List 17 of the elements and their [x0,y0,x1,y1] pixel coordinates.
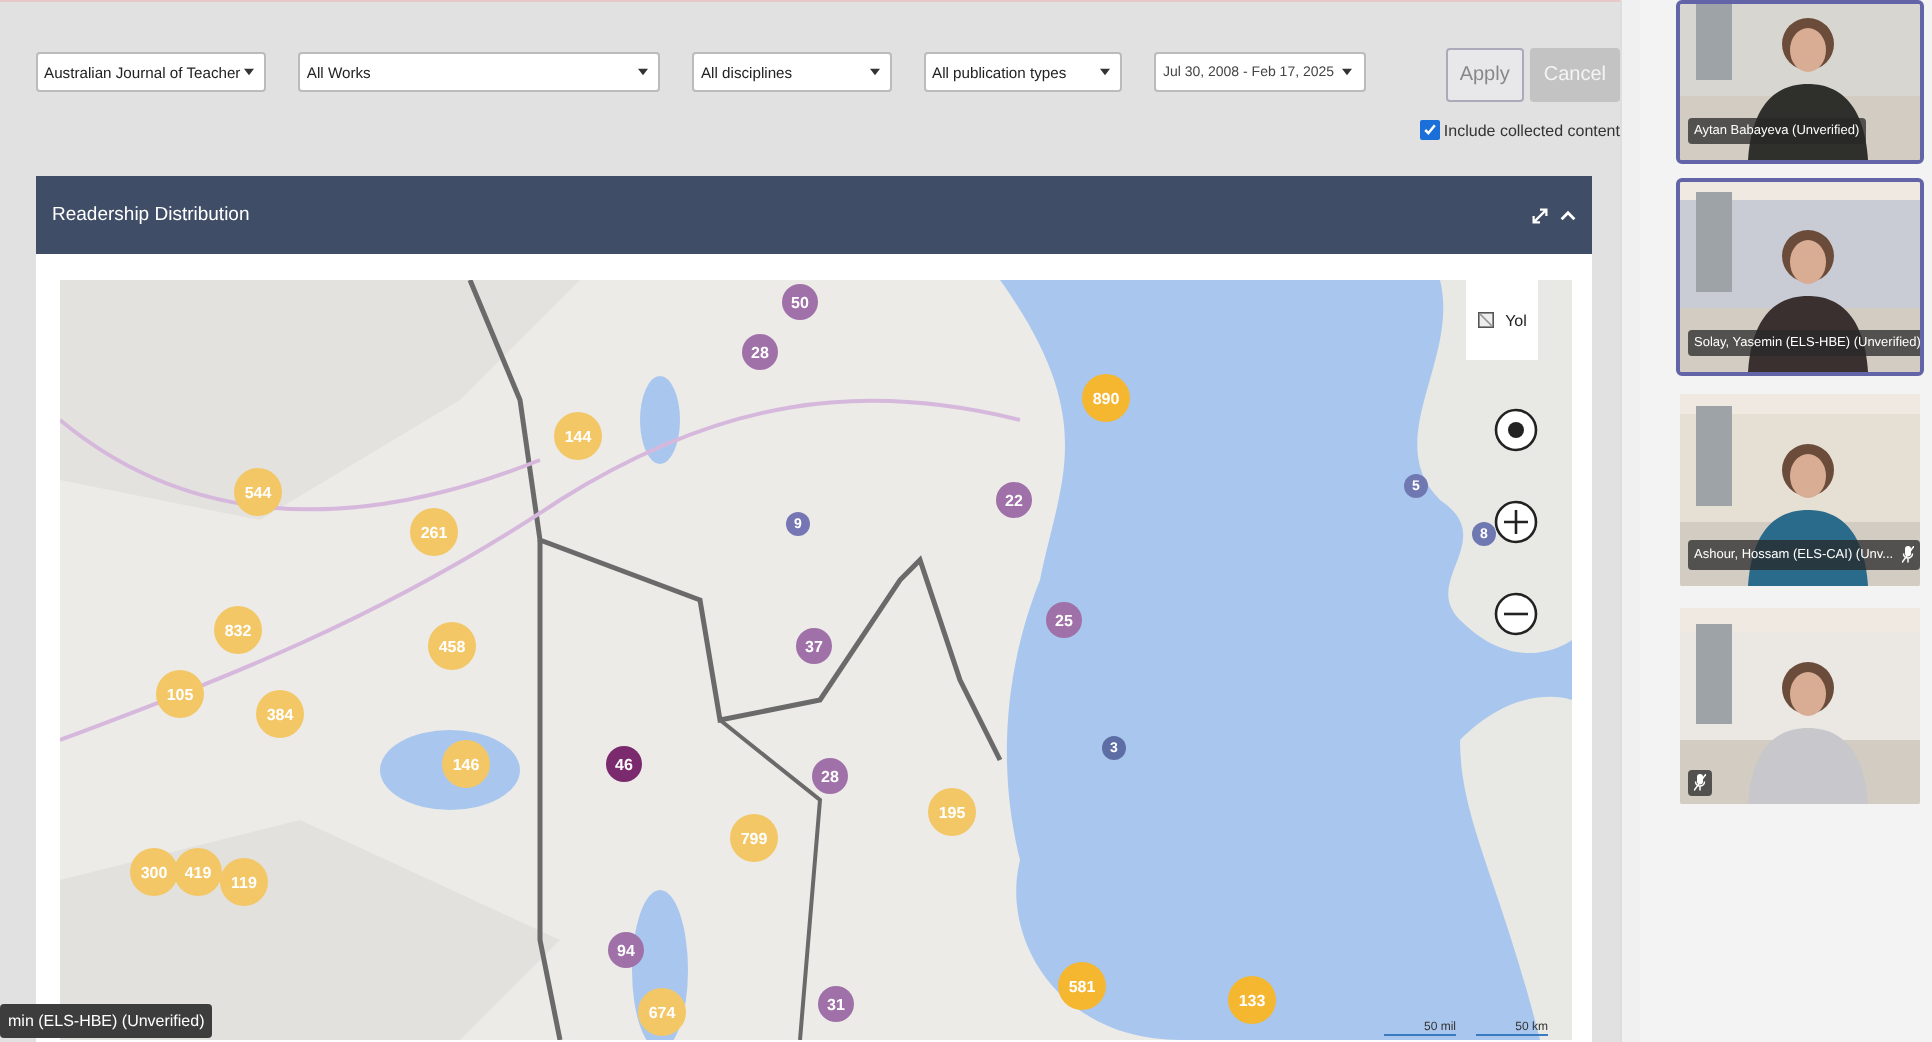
collapse-icon[interactable] [1560,207,1576,223]
name-tag: min (ELS-HBE) (Unverified) [0,1004,213,1038]
road-map-icon [1477,312,1494,328]
zoom-out-icon[interactable] [1494,592,1538,636]
checkbox-label: Include collected content [1443,121,1620,139]
map-style-button[interactable]: Yol [1466,280,1538,360]
caret-icon [638,68,649,76]
caret-icon [1099,68,1110,76]
locate-icon[interactable] [1494,408,1538,452]
caret-icon [870,68,880,76]
checkbox[interactable] [1419,120,1440,140]
caret-icon [244,68,255,76]
expand-icon[interactable] [1532,207,1548,223]
caret-icon [1342,68,1353,76]
apply-button[interactable]: Apply [1445,48,1524,102]
zoom-in-icon[interactable] [1494,500,1538,544]
panel-title: Readership Distribution [52,204,250,226]
